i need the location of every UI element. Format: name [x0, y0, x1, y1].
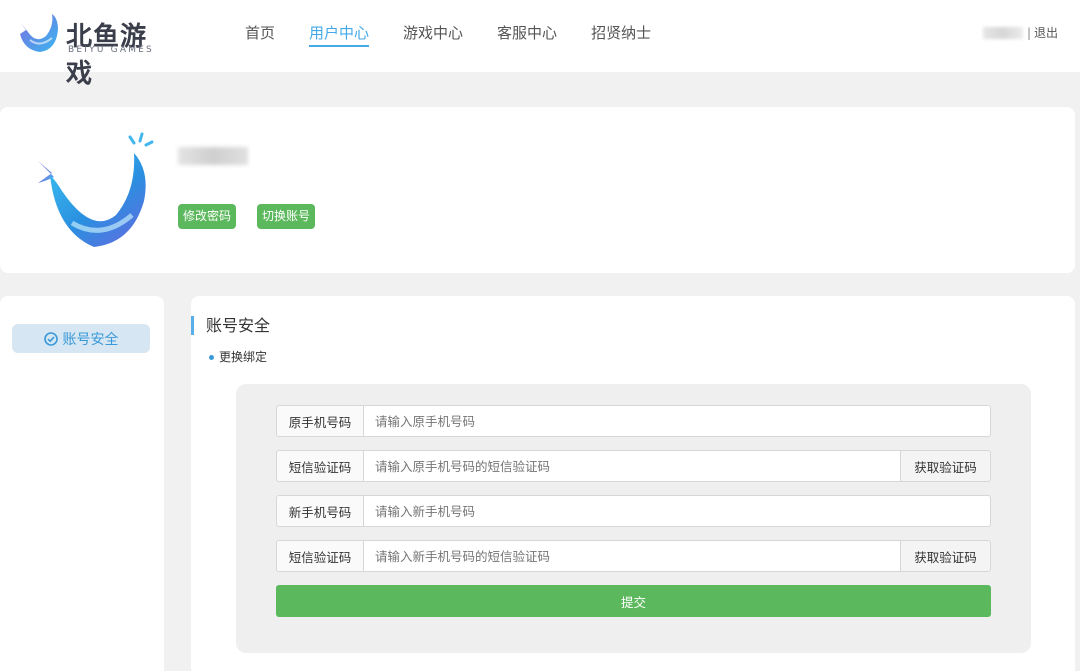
- whale-logo-icon: [20, 14, 58, 52]
- nav-game-center[interactable]: 游戏中心: [403, 0, 463, 72]
- old-phone-label: 原手机号码: [276, 405, 364, 437]
- get-old-code-button[interactable]: 获取验证码: [901, 450, 991, 482]
- submit-button[interactable]: 提交: [276, 585, 991, 617]
- rebind-phone-form: 原手机号码 短信验证码 获取验证码 新手机号码 短信验证码 获取验证码 提交: [236, 384, 1031, 653]
- new-phone-label: 新手机号码: [276, 495, 364, 527]
- bullet-dot-icon: [209, 355, 214, 360]
- main-nav: 首页 用户中心 游戏中心 客服中心 招贤纳士: [228, 0, 668, 72]
- top-header: 北鱼游戏 BEIYU GAMES 首页 用户中心 游戏中心 客服中心 招贤纳士 …: [0, 0, 1080, 89]
- sub-title: 更换绑定: [209, 348, 267, 365]
- old-phone-input[interactable]: [364, 405, 991, 437]
- nav-customer-service[interactable]: 客服中心: [497, 0, 557, 72]
- logo[interactable]: 北鱼游戏 BEIYU GAMES: [16, 10, 166, 89]
- old-code-row: 短信验证码 获取验证码: [276, 450, 991, 482]
- sidebar: 账号安全: [0, 296, 164, 671]
- sidebar-item-label: 账号安全: [62, 331, 119, 348]
- new-phone-row: 新手机号码: [276, 495, 991, 527]
- nav-home[interactable]: 首页: [245, 0, 275, 72]
- nav-careers[interactable]: 招贤纳士: [591, 0, 651, 72]
- get-new-code-button[interactable]: 获取验证码: [901, 540, 991, 572]
- profile-card: 修改密码 切换账号: [0, 107, 1075, 273]
- logout-link[interactable]: 退出: [1034, 24, 1058, 41]
- change-password-button[interactable]: 修改密码: [178, 204, 237, 229]
- profile-name-redacted: [178, 147, 248, 165]
- logo-text-en: BEIYU GAMES: [68, 45, 154, 55]
- switch-account-button[interactable]: 切换账号: [257, 204, 316, 229]
- sidebar-item-account-security[interactable]: 账号安全: [12, 324, 150, 353]
- new-code-label: 短信验证码: [276, 540, 364, 572]
- new-code-input[interactable]: [364, 540, 901, 572]
- section-title: 账号安全: [191, 316, 270, 335]
- separator: |: [1026, 25, 1031, 40]
- check-circle-icon: [43, 331, 58, 346]
- main-panel: 账号安全 更换绑定 原手机号码 短信验证码 获取验证码 新手机号码 短信验证码 …: [191, 296, 1075, 671]
- new-phone-input[interactable]: [364, 495, 991, 527]
- old-phone-row: 原手机号码: [276, 405, 991, 437]
- new-code-row: 短信验证码 获取验证码: [276, 540, 991, 572]
- user-area: | 退出: [982, 24, 1058, 41]
- old-code-label: 短信验证码: [276, 450, 364, 482]
- username-redacted: [982, 26, 1023, 39]
- old-code-input[interactable]: [364, 450, 901, 482]
- nav-user-center[interactable]: 用户中心: [309, 0, 370, 72]
- sub-title-text: 更换绑定: [219, 350, 268, 364]
- whale-avatar-icon: [38, 132, 154, 247]
